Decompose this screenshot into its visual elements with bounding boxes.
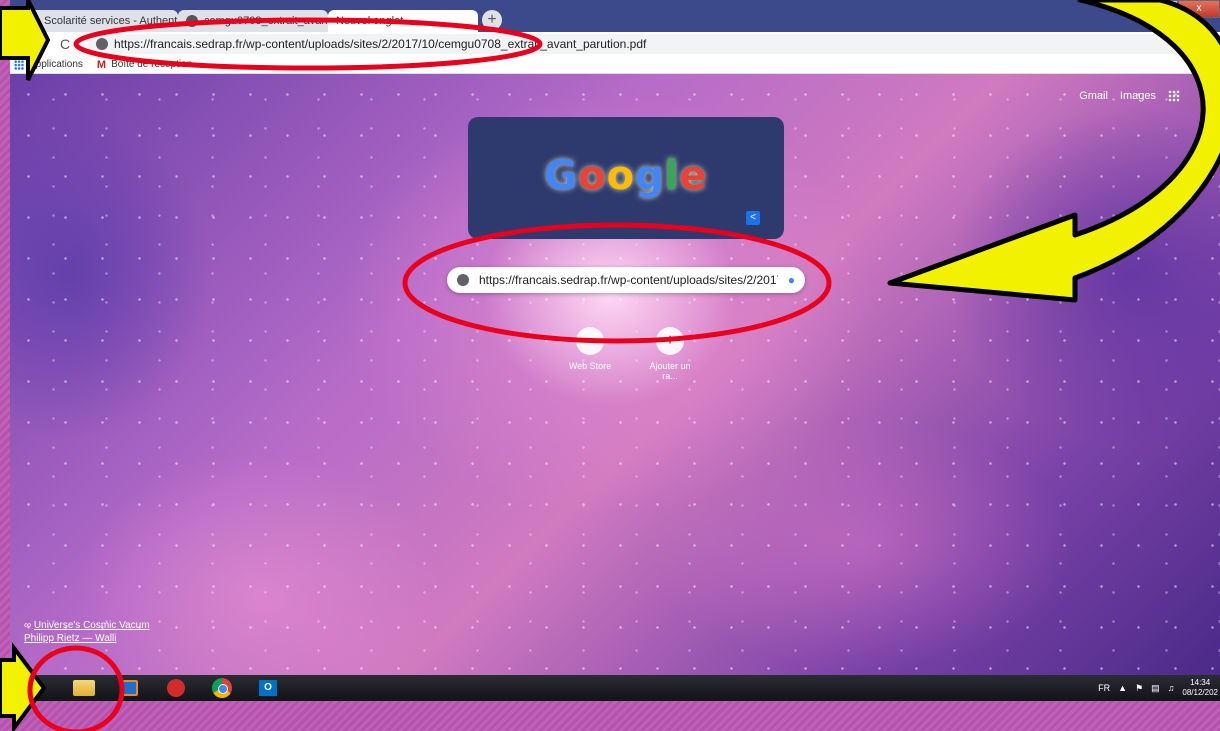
apps-grid-icon: [14, 59, 24, 70]
window-controls: – □ x: [1126, 0, 1220, 18]
folder-icon: [73, 680, 95, 696]
gmail-icon: M: [96, 58, 107, 71]
taskbar-internet-explorer[interactable]: e: [20, 675, 56, 701]
taskbar-media-player[interactable]: [112, 677, 148, 699]
tab-new[interactable]: Nouvel onglet: [328, 10, 478, 32]
shortcut-label: Ajouter un ra...: [649, 361, 691, 381]
ntp-top-links: Gmail Images: [1079, 90, 1180, 102]
shortcut-label: Web Store: [568, 361, 612, 371]
bookmarks-bar: Applications M Boîte de réception...: [10, 56, 1220, 74]
chrome-icon: [212, 678, 232, 698]
browser-toolbar: ← → C https://francais.sedrap.fr/wp-cont…: [10, 32, 1220, 56]
google-apps-icon[interactable]: [1168, 90, 1180, 102]
taskbar-chrome[interactable]: [204, 677, 240, 699]
tab-label: cemgu0708_extrait_avant_parutio: [204, 15, 328, 27]
system-tray: FR ▲ ⚑ ▤ ♫ 14:34 08/12/202: [1098, 675, 1220, 701]
bookmark-label: Boîte de réception...: [111, 59, 201, 70]
doodle-letter: o: [606, 153, 636, 199]
back-button[interactable]: ←: [10, 36, 32, 52]
shortcut-add[interactable]: + Ajouter un ra...: [645, 327, 695, 381]
flag-icon[interactable]: ⚑: [1135, 683, 1143, 694]
show-hidden-icons[interactable]: ▲: [1118, 683, 1127, 693]
tab-label: Nouvel onglet: [336, 15, 404, 27]
doodle-letter: G: [544, 153, 579, 199]
doodle-logo: Google: [468, 153, 784, 199]
globe-icon: [457, 274, 469, 286]
new-tab-button[interactable]: +: [482, 10, 502, 30]
tab-pdf[interactable]: cemgu0708_extrait_avant_parutio x: [178, 10, 328, 32]
media-player-icon: [122, 680, 138, 696]
red-app-icon: [167, 679, 185, 697]
maximize-button[interactable]: □: [1152, 0, 1178, 18]
credit-title-link[interactable]: Universe's Cosmic Vacum: [34, 620, 150, 631]
language-indicator[interactable]: FR: [1098, 683, 1110, 693]
gmail-link[interactable]: Gmail: [1079, 90, 1108, 102]
profile-avatar[interactable]: c: [1198, 36, 1214, 52]
bookmark-label: Applications: [29, 59, 83, 70]
taskbar: e O FR ▲ ⚑ ▤ ♫ 14:34 08/12/202: [10, 675, 1220, 701]
close-window-button[interactable]: x: [1178, 0, 1220, 18]
clock-time: 14:34: [1190, 678, 1211, 687]
reload-button[interactable]: C: [54, 36, 76, 52]
address-url: https://francais.sedrap.fr/wp-content/up…: [114, 37, 647, 51]
tab-scolarite[interactable]: Scolarité services - Authentif x: [18, 10, 178, 32]
doodle-letter: e: [679, 153, 708, 199]
doodle-letter: l: [664, 153, 680, 199]
share-icon[interactable]: <: [746, 211, 760, 225]
bookmark-applications[interactable]: Applications: [14, 59, 83, 70]
doodle-letter: o: [578, 153, 607, 199]
clock[interactable]: 14:34 08/12/202: [1182, 678, 1218, 698]
minimize-button[interactable]: –: [1126, 0, 1152, 18]
tab-strip: Scolarité services - Authentif x cemgu07…: [10, 0, 1220, 32]
address-bar[interactable]: https://francais.sedrap.fr/wp-content/up…: [88, 34, 1198, 54]
search-input[interactable]: https://francais.sedrap.fr/wp-content/up…: [479, 273, 778, 287]
account-avatar[interactable]: c: [1204, 86, 1220, 106]
internet-explorer-icon: e: [31, 675, 45, 701]
search-box[interactable]: https://francais.sedrap.fr/wp-content/up…: [447, 267, 805, 293]
microphone-icon[interactable]: ●: [788, 273, 795, 287]
taskbar-red-app[interactable]: [158, 677, 194, 699]
forward-button[interactable]: →: [32, 36, 54, 52]
bookmark-inbox[interactable]: M Boîte de réception...: [97, 59, 201, 71]
background-credit: ∞ Universe's Cosmic Vacum Philipp Rietz …: [24, 619, 150, 645]
web-store-icon: [576, 327, 604, 355]
outlook-icon: O: [259, 680, 277, 696]
volume-icon[interactable]: ♫: [1168, 683, 1175, 693]
network-icon[interactable]: ▤: [1151, 683, 1160, 694]
tab-label: Scolarité services - Authentif: [44, 15, 178, 27]
images-link[interactable]: Images: [1120, 90, 1156, 102]
taskbar-outlook[interactable]: O: [250, 677, 286, 699]
plus-icon: +: [656, 327, 684, 355]
doodle-letter: g: [635, 153, 665, 199]
shortcut-web-store[interactable]: Web Store: [565, 327, 615, 381]
google-doodle[interactable]: Google <: [468, 117, 784, 239]
link-icon: ∞: [24, 620, 32, 631]
globe-icon: [26, 15, 38, 27]
new-tab-page: Gmail Images c Google < https://francais…: [10, 74, 1220, 675]
globe-icon: [186, 15, 198, 27]
credit-author-link[interactable]: Philipp Rietz — Walli: [24, 633, 116, 644]
shortcuts-row: Web Store + Ajouter un ra...: [565, 327, 695, 381]
taskbar-file-explorer[interactable]: [66, 677, 102, 699]
clock-date: 08/12/202: [1182, 688, 1218, 697]
site-info-icon[interactable]: [96, 38, 108, 50]
desktop-screen: Scolarité services - Authentif x cemgu07…: [10, 0, 1220, 701]
